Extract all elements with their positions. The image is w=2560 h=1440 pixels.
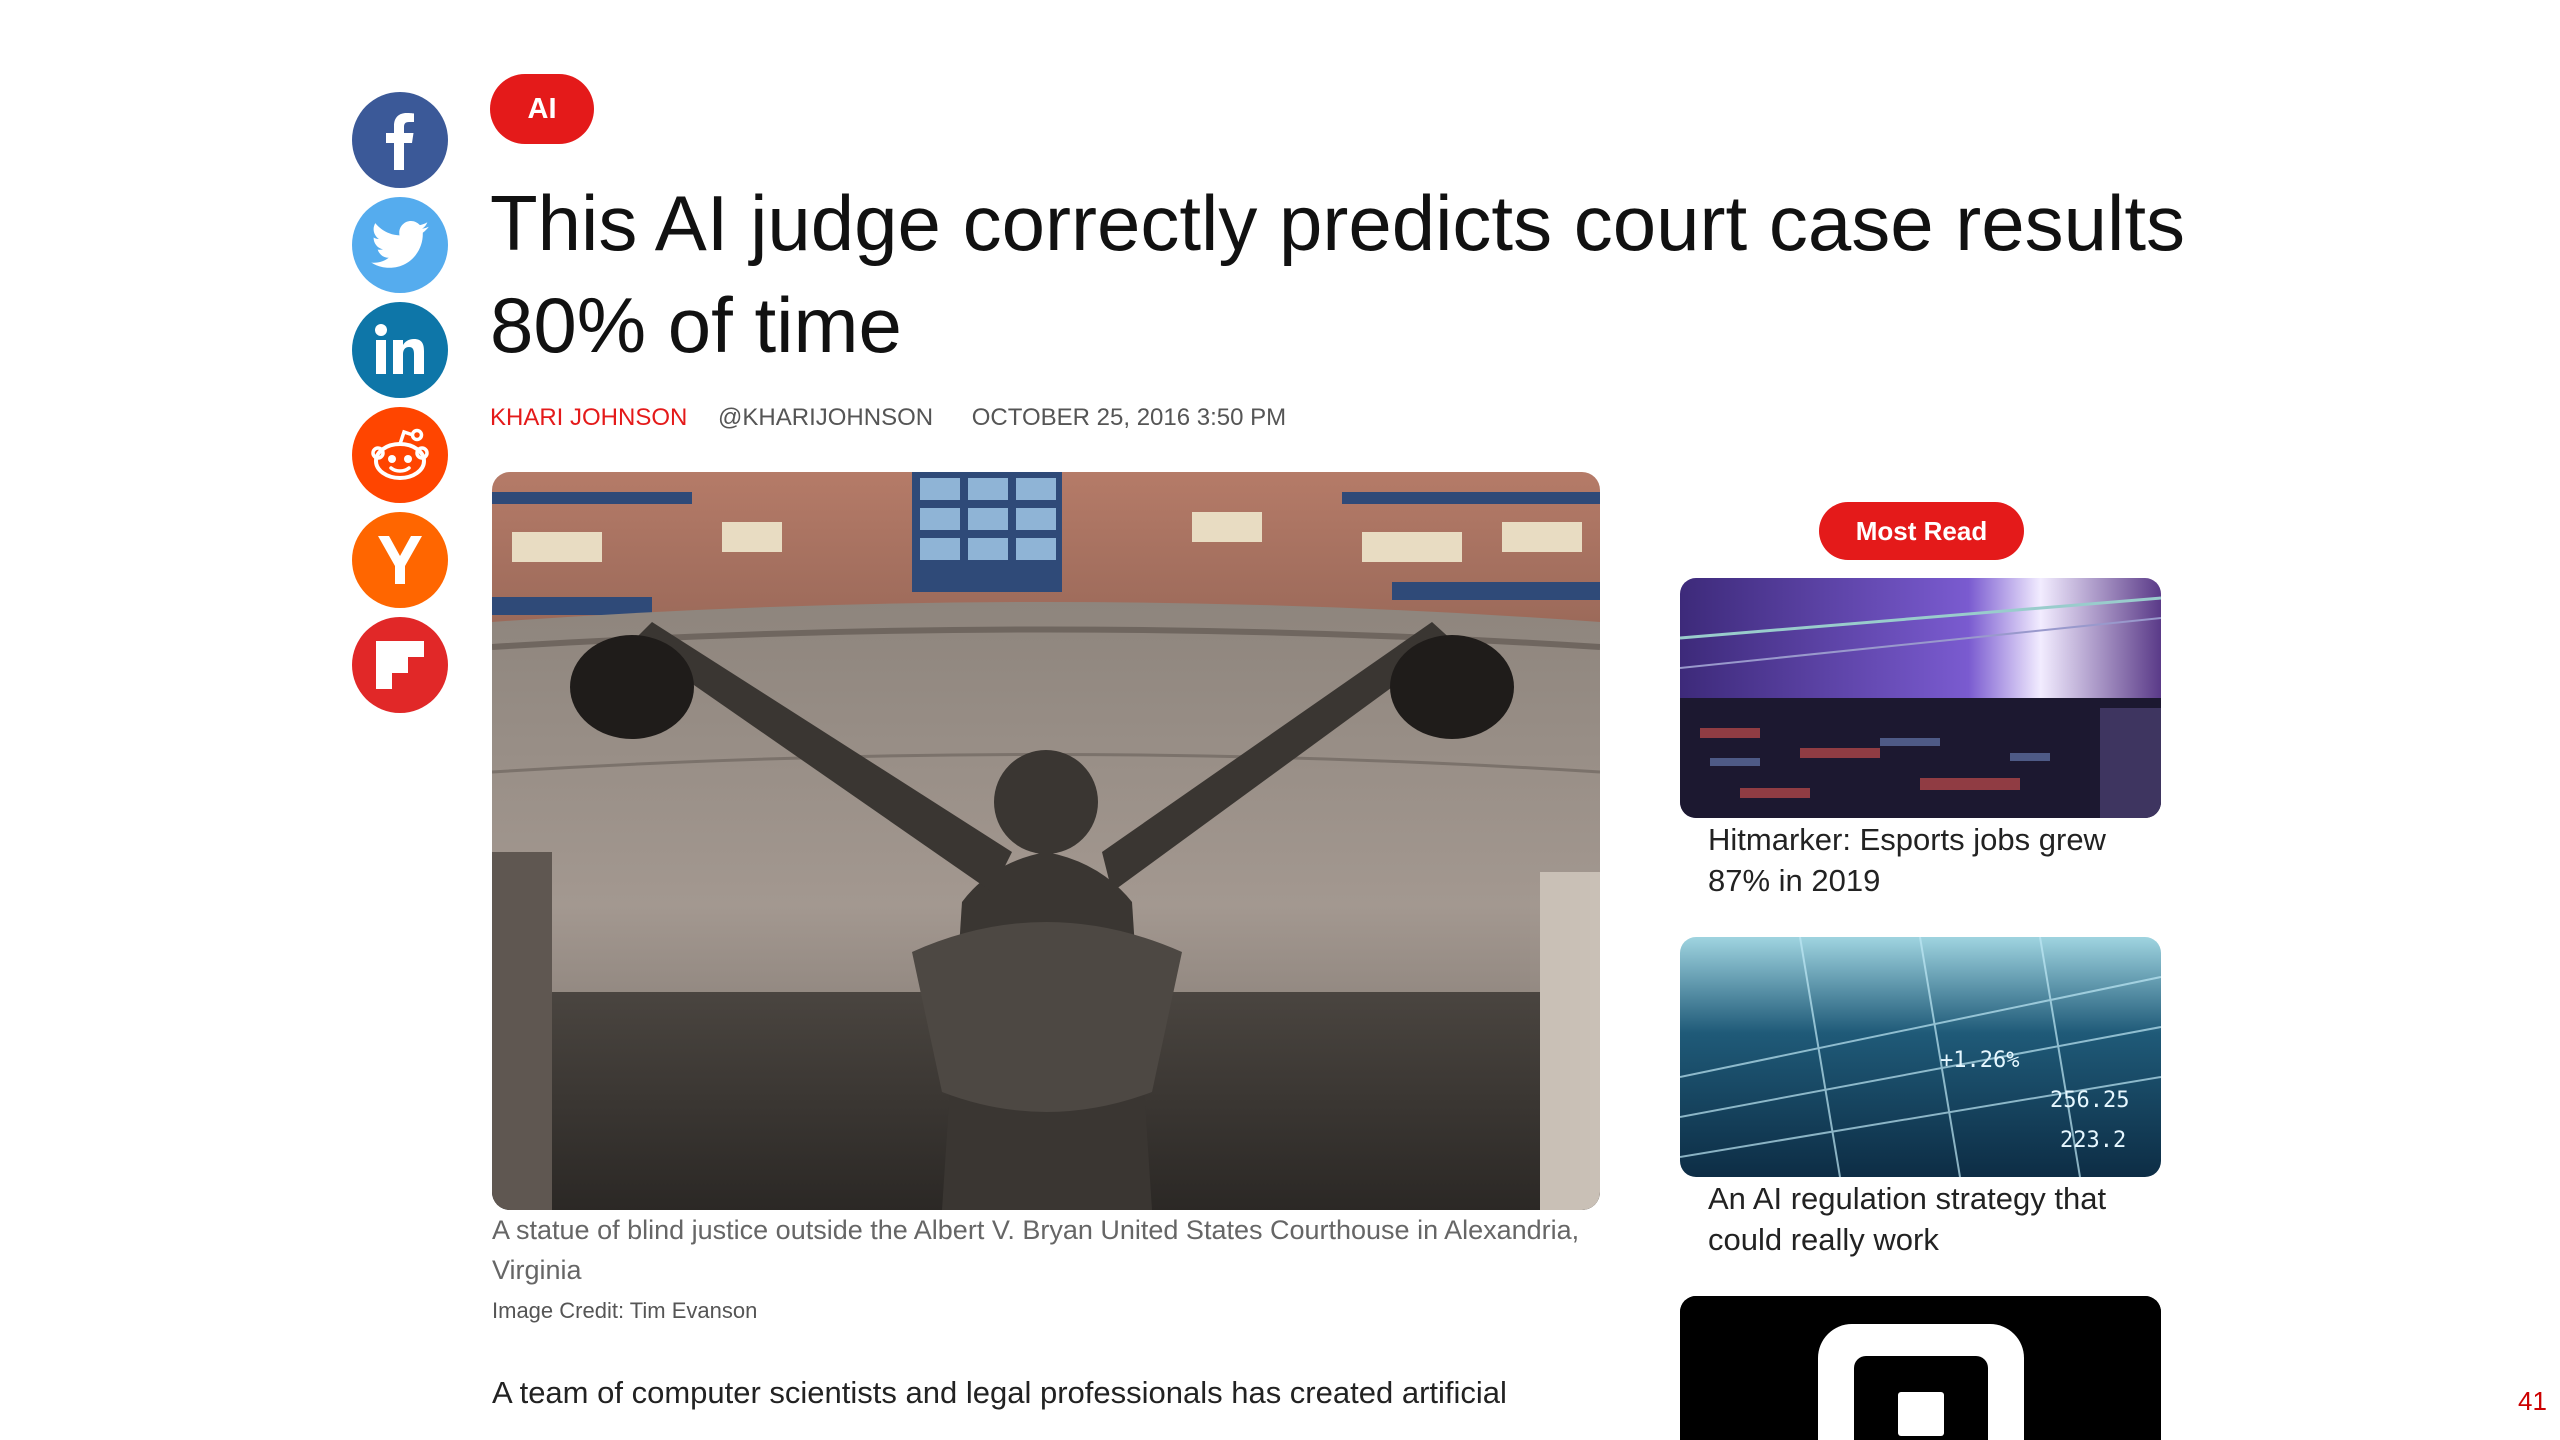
most-read-heading: Most Read xyxy=(1819,502,2024,560)
most-read-item-2-image[interactable]: +1.26% 256.25 223.2 xyxy=(1680,937,2161,1177)
svg-text:223.2: 223.2 xyxy=(2060,1128,2126,1153)
category-tag[interactable]: AI xyxy=(490,74,594,144)
page-number: 41 xyxy=(2518,1386,2547,1416)
image-caption: A statue of blind justice outside the Al… xyxy=(492,1215,1580,1285)
most-read-item-1-image[interactable] xyxy=(1680,578,2161,818)
article-body-first-line: A team of computer scientists and legal … xyxy=(492,1375,1507,1410)
author-link[interactable]: KHARI JOHNSON xyxy=(490,404,687,431)
facebook-share-button[interactable] xyxy=(352,92,448,188)
most-read-item-1-title[interactable]: Hitmarker: Esports jobs grew 87% in 2019 xyxy=(1708,819,2148,901)
image-credit: Image Credit: Tim Evanson xyxy=(492,1298,758,1323)
social-share-bar xyxy=(352,92,448,722)
flipboard-icon xyxy=(376,641,424,689)
publish-date: OCTOBER 25, 2016 3:50 PM xyxy=(971,404,1287,431)
most-read-item-3-image[interactable] xyxy=(1680,1296,2161,1440)
article-title: This AI judge correctly predicts court c… xyxy=(490,179,2186,369)
svg-text:256.25: 256.25 xyxy=(2050,1088,2129,1113)
linkedin-icon xyxy=(375,324,424,374)
reddit-share-button[interactable] xyxy=(352,407,448,503)
hero-image xyxy=(492,472,1600,1210)
y-combinator-icon xyxy=(378,536,422,584)
most-read-item-2-title[interactable]: An AI regulation strategy that could rea… xyxy=(1708,1178,2148,1260)
reddit-icon xyxy=(371,428,429,480)
hacker-news-share-button[interactable] xyxy=(352,512,448,608)
author-handle-link[interactable]: @KHARIJOHNSON xyxy=(718,404,933,431)
svg-text:+1.26%: +1.26% xyxy=(1940,1048,2019,1073)
twitter-icon xyxy=(371,221,429,268)
linkedin-share-button[interactable] xyxy=(352,302,448,398)
twitter-share-button[interactable] xyxy=(352,197,448,293)
flipboard-share-button[interactable] xyxy=(352,617,448,713)
byline: KHARI JOHNSON @KHARIJOHNSON OCTOBER 25, … xyxy=(490,404,1286,432)
facebook-icon xyxy=(386,113,414,170)
